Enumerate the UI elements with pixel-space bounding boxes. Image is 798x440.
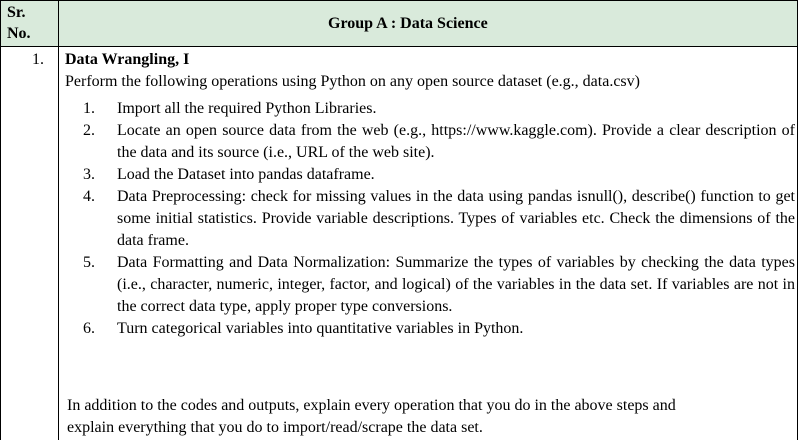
step-item: 5. Data Formatting and Data Normalization…: [83, 252, 795, 318]
group-title: Group A : Data Science: [328, 15, 488, 32]
step-item: 2. Locate an open source data from the we…: [83, 120, 795, 164]
step-number: 6.: [83, 320, 95, 337]
document-table: Sr. No. Group A : Data Science 1. Data W…: [0, 0, 798, 440]
closing-instruction-line-2: explain everything that you do to import…: [67, 419, 483, 436]
table-border-top: [0, 0, 798, 1]
step-text: Data Preprocessing: check for missing va…: [117, 188, 795, 249]
row-number: 1.: [32, 51, 44, 68]
step-item: 6. Turn categorical variables into quanti…: [83, 318, 795, 340]
step-number: 2.: [83, 122, 95, 139]
step-text: Locate an open source data from the web …: [117, 122, 795, 161]
header-no-label: No.: [7, 25, 31, 42]
step-list: 1. Import all the required Python Librari…: [83, 98, 795, 340]
step-text: Data Formatting and Data Normalization: …: [117, 254, 795, 315]
column-divider: [58, 0, 59, 440]
header-sr-label: Sr.: [7, 4, 26, 21]
step-text: Load the Dataset into pandas dataframe.: [117, 166, 375, 183]
step-number: 4.: [83, 188, 95, 205]
step-item: 3. Load the Dataset into pandas dataframe…: [83, 164, 795, 186]
header-divider: [0, 46, 798, 47]
assignment-intro: Perform the following operations using P…: [65, 73, 640, 90]
table-border-left: [0, 0, 1, 440]
step-number: 5.: [83, 254, 95, 271]
step-item: 1. Import all the required Python Librari…: [83, 98, 795, 120]
step-text: Import all the required Python Libraries…: [117, 100, 377, 117]
step-number: 1.: [83, 100, 95, 117]
step-number: 3.: [83, 166, 95, 183]
closing-instruction-line-1: In addition to the codes and outputs, ex…: [67, 397, 676, 414]
step-text: Turn categorical variables into quantita…: [117, 320, 524, 337]
assignment-title: Data Wrangling, I: [65, 51, 190, 68]
step-item: 4. Data Preprocessing: check for missing …: [83, 186, 795, 252]
